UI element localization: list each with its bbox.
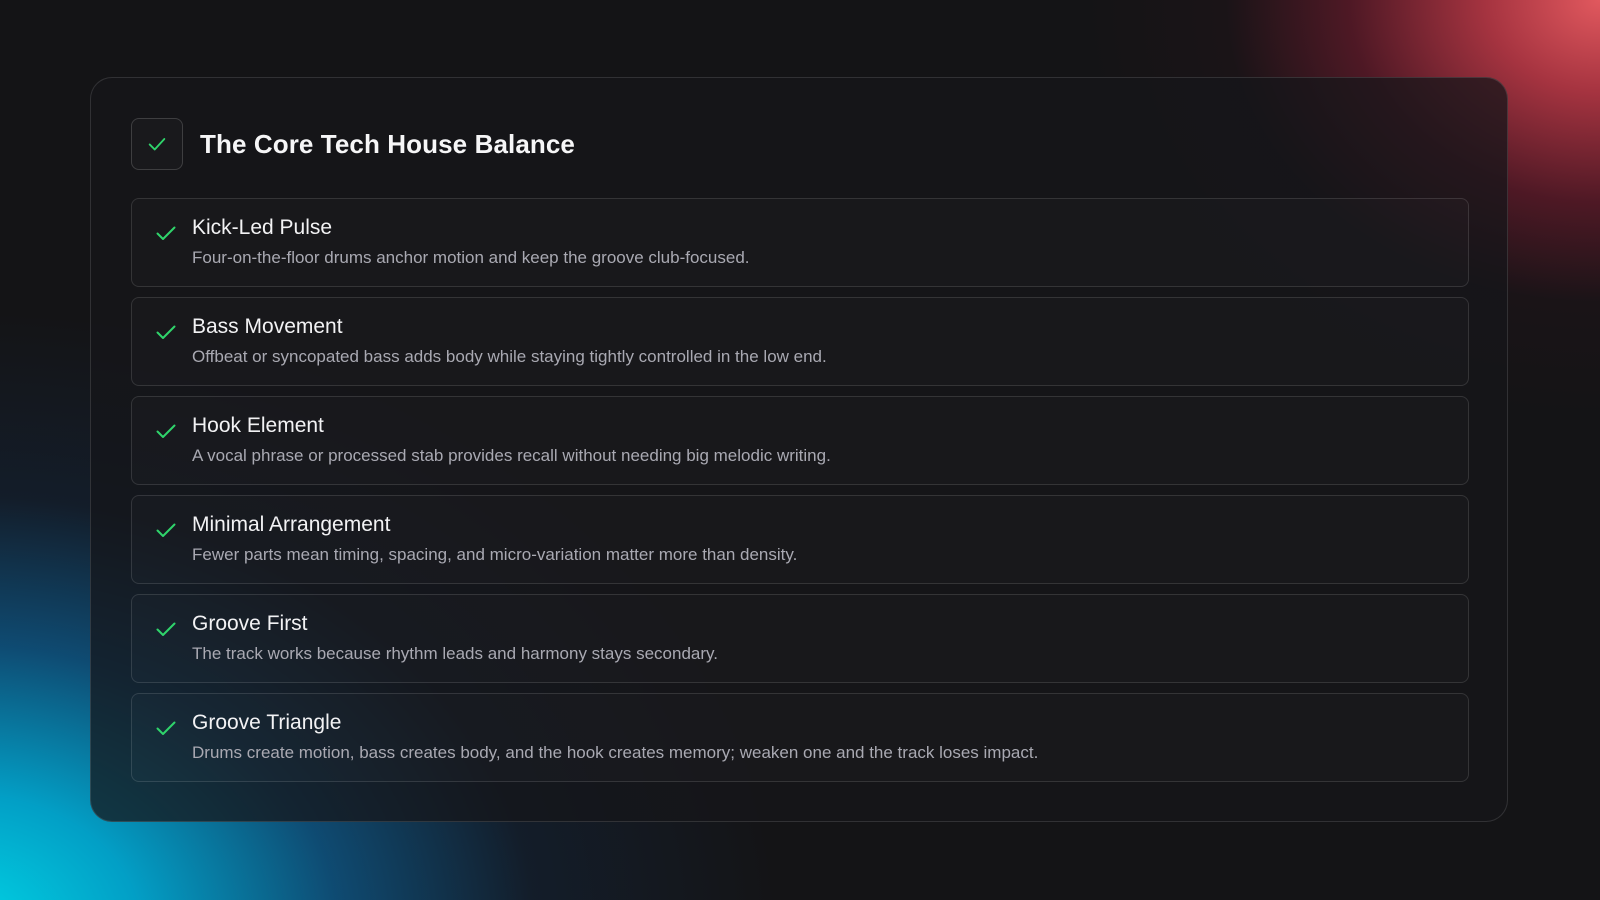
check-icon — [148, 138, 166, 151]
check-icon — [156, 226, 176, 240]
check-icon — [156, 622, 176, 636]
check-icon — [156, 424, 176, 438]
item-title: Bass Movement — [192, 315, 343, 338]
list-item-hook-element: Hook Element A vocal phrase or processed… — [131, 396, 1469, 485]
item-description: Four-on-the-floor drums anchor motion an… — [192, 248, 750, 267]
check-icon — [156, 721, 176, 735]
item-description: Offbeat or syncopated bass adds body whi… — [192, 347, 827, 366]
item-title: Hook Element — [192, 414, 324, 437]
check-icon — [156, 523, 176, 537]
header-check-icon — [131, 118, 183, 170]
item-title: Minimal Arrangement — [192, 513, 391, 536]
checklist: Kick-Led Pulse Four-on-the-floor drums a… — [131, 198, 1469, 792]
item-description: Fewer parts mean timing, spacing, and mi… — [192, 545, 798, 564]
list-item-bass-movement: Bass Movement Offbeat or syncopated bass… — [131, 297, 1469, 386]
item-title: Groove Triangle — [192, 711, 342, 734]
content-card: The Core Tech House Balance Kick-Led Pul… — [90, 77, 1508, 822]
item-title: Kick-Led Pulse — [192, 216, 333, 239]
list-item-minimal-arrangement: Minimal Arrangement Fewer parts mean tim… — [131, 495, 1469, 584]
list-item-groove-triangle: Groove Triangle Drums create motion, bas… — [131, 693, 1469, 782]
item-description: A vocal phrase or processed stab provide… — [192, 446, 831, 465]
list-item-kick-led-pulse: Kick-Led Pulse Four-on-the-floor drums a… — [131, 198, 1469, 287]
list-item-groove-first: Groove First The track works because rhy… — [131, 594, 1469, 683]
page-title: The Core Tech House Balance — [200, 128, 575, 159]
item-description: The track works because rhythm leads and… — [192, 644, 718, 663]
item-description: Drums create motion, bass creates body, … — [192, 743, 1039, 762]
check-icon — [156, 325, 176, 339]
item-title: Groove First — [192, 612, 308, 635]
card-header: The Core Tech House Balance — [131, 118, 575, 170]
